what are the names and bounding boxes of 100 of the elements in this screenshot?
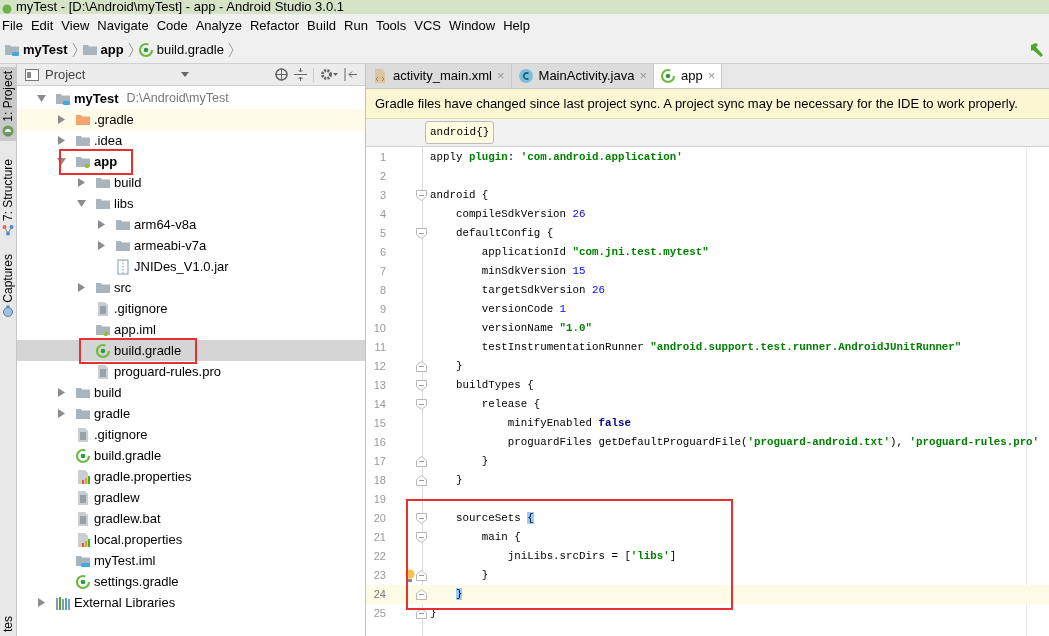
menu-item[interactable]: Edit <box>26 15 58 36</box>
breadcrumb[interactable]: build.gradle <box>156 40 224 60</box>
fold-marker-icon[interactable] <box>416 190 427 201</box>
fold-marker-icon[interactable] <box>416 570 427 581</box>
fold-marker-icon[interactable] <box>416 475 427 486</box>
tree-item[interactable]: gradle.properties <box>17 466 365 487</box>
editor-tab[interactable]: activity_main.xml × <box>366 64 512 88</box>
collapsed-arrow-icon[interactable] <box>57 409 66 418</box>
line-number: 11 <box>373 340 386 356</box>
tree-item[interactable]: build <box>17 172 365 193</box>
menu-item[interactable]: VCS <box>410 15 445 36</box>
hide-panel-icon[interactable] <box>344 68 357 81</box>
tree-item-label: .idea <box>94 131 123 150</box>
line-number: 3 <box>378 188 386 204</box>
tree-item[interactable]: JNIDes_V1.0.jar <box>17 256 365 277</box>
tree-item[interactable]: settings.gradle <box>17 571 365 592</box>
fold-marker-icon[interactable] <box>416 380 427 391</box>
menu-item[interactable]: File <box>0 15 27 36</box>
lightbulb-icon[interactable] <box>405 568 415 583</box>
dropdown-arrow-icon[interactable] <box>181 72 190 77</box>
collapsed-arrow-icon[interactable] <box>37 598 46 607</box>
menu-item[interactable]: Help <box>499 15 534 36</box>
tree-item[interactable]: local.properties <box>17 529 365 550</box>
tree-item-label: build.gradle <box>114 341 182 360</box>
fold-marker-icon[interactable] <box>416 608 427 619</box>
tool-window-tab[interactable]: tes <box>0 612 16 636</box>
settings-icon[interactable] <box>320 68 338 81</box>
menu-item[interactable]: View <box>57 15 94 36</box>
menu-item[interactable]: Analyze <box>191 15 246 36</box>
gradle-icon <box>75 573 91 590</box>
tree-item-label: JNIDes_V1.0.jar <box>134 257 229 276</box>
tree-item[interactable]: build.gradle <box>17 445 365 466</box>
tree-item[interactable]: .gitignore <box>17 424 365 445</box>
menu-item[interactable]: Refactor <box>245 15 304 36</box>
panel-title[interactable]: Project <box>45 64 86 85</box>
fold-marker-icon[interactable] <box>416 228 427 239</box>
xml-file-icon <box>372 68 388 84</box>
project-path: D:\Android\myTest <box>126 90 229 108</box>
folder-icon <box>81 42 98 58</box>
tree-item[interactable]: app <box>17 151 365 172</box>
expanded-arrow-icon[interactable] <box>77 199 86 208</box>
tree-item[interactable]: .gitignore <box>17 298 365 319</box>
collapsed-arrow-icon[interactable] <box>57 388 66 397</box>
fold-marker-icon[interactable] <box>416 513 427 524</box>
expanded-arrow-icon[interactable] <box>57 157 66 166</box>
tree-item[interactable]: gradle <box>17 403 365 424</box>
tree-item[interactable]: build <box>17 382 365 403</box>
text-file-icon <box>95 363 111 380</box>
breadcrumb[interactable]: myTest <box>23 40 68 60</box>
tree-item[interactable]: app.iml <box>17 319 365 340</box>
tree-item[interactable]: External Libraries <box>17 592 365 613</box>
editor-tab[interactable]: MainActivity.java × <box>511 64 654 88</box>
collapsed-arrow-icon[interactable] <box>77 283 86 292</box>
collapsed-arrow-icon[interactable] <box>97 241 106 250</box>
menu-item[interactable]: Code <box>152 15 192 36</box>
fold-marker-icon[interactable] <box>416 361 427 372</box>
tree-item[interactable]: .idea <box>17 130 365 151</box>
fold-marker-icon[interactable] <box>416 589 427 600</box>
menu-item[interactable]: Run <box>340 15 372 36</box>
tree-item[interactable]: armeabi-v7a <box>17 235 365 256</box>
tree-item-label: local.properties <box>94 530 183 549</box>
breadcrumb[interactable]: app <box>100 40 124 60</box>
collapsed-arrow-icon[interactable] <box>97 220 106 229</box>
collapsed-arrow-icon[interactable] <box>77 178 86 187</box>
tree-item[interactable]: proguard-rules.pro <box>17 361 365 382</box>
fold-marker-icon[interactable] <box>416 399 427 410</box>
chevron-icon <box>71 42 78 58</box>
collapsed-arrow-icon[interactable] <box>57 136 66 145</box>
expanded-arrow-icon[interactable] <box>37 94 46 103</box>
tree-item[interactable]: build.gradle <box>17 340 365 361</box>
tree-item[interactable]: libs <box>17 193 365 214</box>
tree-item-label: app.iml <box>114 320 156 339</box>
tree-item[interactable]: src <box>17 277 365 298</box>
code-breadcrumb[interactable]: android{} <box>425 121 495 144</box>
line-number: 18 <box>372 473 386 489</box>
menu-item[interactable]: Navigate <box>93 15 153 36</box>
tree-item[interactable]: gradlew.bat <box>17 508 365 529</box>
chevron-icon <box>227 42 234 58</box>
fold-marker-icon[interactable] <box>416 532 427 543</box>
collapsed-arrow-icon[interactable] <box>57 115 66 124</box>
tree-item[interactable]: myTest.iml <box>17 550 365 571</box>
hammer-icon[interactable] <box>1029 42 1045 58</box>
tool-window-tab[interactable]: 7: Structure <box>0 154 16 240</box>
fold-marker-icon[interactable] <box>416 456 427 467</box>
menu-item[interactable]: Build <box>303 15 340 36</box>
collapse-all-icon[interactable] <box>294 68 307 81</box>
line-number: 20 <box>372 511 386 527</box>
editor-tab[interactable]: app × <box>654 64 723 88</box>
gradle-icon <box>75 447 91 464</box>
tree-item-label: gradle.properties <box>94 467 192 486</box>
tool-window-tab[interactable]: 1: Project <box>0 67 16 141</box>
locate-icon[interactable] <box>275 68 288 81</box>
tree-item[interactable]: arm64-v8a <box>17 214 365 235</box>
menu-item[interactable]: Window <box>444 15 500 36</box>
menu-item[interactable]: Tools <box>371 15 411 36</box>
tree-item[interactable]: .gradle <box>17 109 365 130</box>
tree-item[interactable]: myTest D:\Android\myTest <box>17 88 365 109</box>
tool-window-tab[interactable]: Captures <box>0 249 16 322</box>
code-line: sourceSets { <box>454 511 534 527</box>
tree-item[interactable]: gradlew <box>17 487 365 508</box>
